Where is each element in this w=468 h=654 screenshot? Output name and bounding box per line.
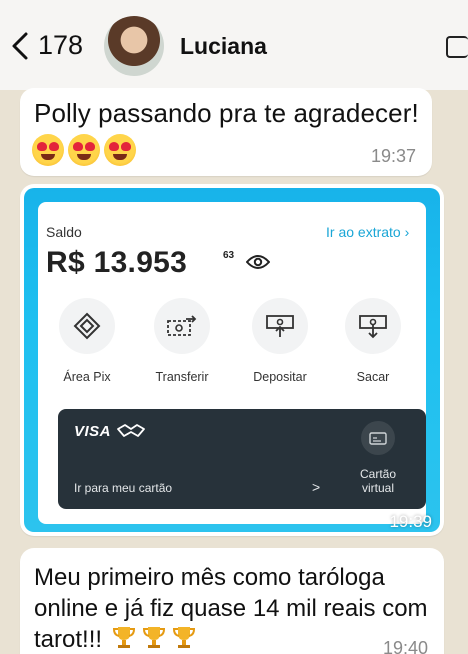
- contact-name[interactable]: Luciana: [180, 33, 267, 60]
- message-bubble: Meu primeiro mês como taróloga online e …: [20, 548, 444, 654]
- message-time: 19:39: [389, 512, 432, 531]
- trophy-emoji-icon: [112, 627, 135, 648]
- deposit-icon: [252, 298, 308, 354]
- chevron-right-icon: >: [312, 479, 321, 495]
- withdraw-icon: [345, 298, 401, 354]
- card-link-label: Ir para meu cartão: [74, 481, 173, 495]
- trophy-emoji-icon: [172, 627, 195, 648]
- action-transfer: Transferir: [137, 298, 227, 384]
- action-label: Área Pix: [63, 370, 111, 384]
- message-bubble: Polly passando pra te agradecer! 19:37: [20, 88, 432, 176]
- virtual-card-icon: [361, 421, 395, 455]
- action-pix: Área Pix: [42, 298, 132, 384]
- video-call-icon[interactable]: [446, 36, 468, 58]
- message-text-block: Meu primeiro mês como taróloga online e …: [34, 562, 434, 654]
- saldo-label: Saldo: [46, 224, 82, 240]
- back-button[interactable]: [6, 28, 34, 64]
- pix-icon: [59, 298, 115, 354]
- image-message-bubble[interactable]: Saldo Ir ao extrato › R$ 13.953 63 Área …: [20, 184, 444, 536]
- message-text: Meu primeiro mês como taróloga online e …: [34, 564, 428, 653]
- chevron-right-icon: ›: [404, 224, 410, 240]
- heart-eyes-emoji-icon: [104, 134, 136, 166]
- message-time: 19:40: [382, 638, 428, 654]
- avatar[interactable]: [104, 16, 164, 76]
- message-time: 19:37: [370, 146, 416, 166]
- unread-count[interactable]: 178: [38, 30, 83, 61]
- message-text: Polly passando pra te agradecer!: [34, 98, 419, 128]
- action-deposit: Depositar: [235, 298, 325, 384]
- trophy-emoji-icon: [142, 627, 165, 648]
- extrato-link: Ir ao extrato ›: [326, 224, 410, 240]
- handshake-icon: [117, 424, 145, 437]
- heart-eyes-emoji-icon: [32, 134, 64, 166]
- eye-icon: [246, 255, 270, 269]
- emoji-row: [32, 134, 136, 166]
- action-label: Transferir: [155, 370, 209, 384]
- action-withdraw: Sacar: [328, 298, 418, 384]
- quick-actions: Área Pix Transferir Depositar Sacar: [42, 298, 422, 388]
- chevron-left-icon: [12, 32, 28, 60]
- heart-eyes-emoji-icon: [68, 134, 100, 166]
- transfer-icon: [154, 298, 210, 354]
- balance-cents: 63: [223, 250, 235, 261]
- credit-card-panel: VISA Ir para meu cartão > Cartão virtual: [58, 409, 426, 509]
- balance-amount: R$ 13.953: [46, 246, 188, 279]
- chat-header: 178 Luciana: [0, 0, 468, 90]
- visa-logo: VISA: [74, 423, 112, 440]
- action-label: Depositar: [253, 370, 307, 384]
- virtual-card-label: Cartão virtual: [359, 467, 397, 495]
- emoji-row: [111, 624, 197, 650]
- bank-screenshot-image[interactable]: Saldo Ir ao extrato › R$ 13.953 63 Área …: [24, 188, 440, 532]
- action-label: Sacar: [356, 370, 390, 384]
